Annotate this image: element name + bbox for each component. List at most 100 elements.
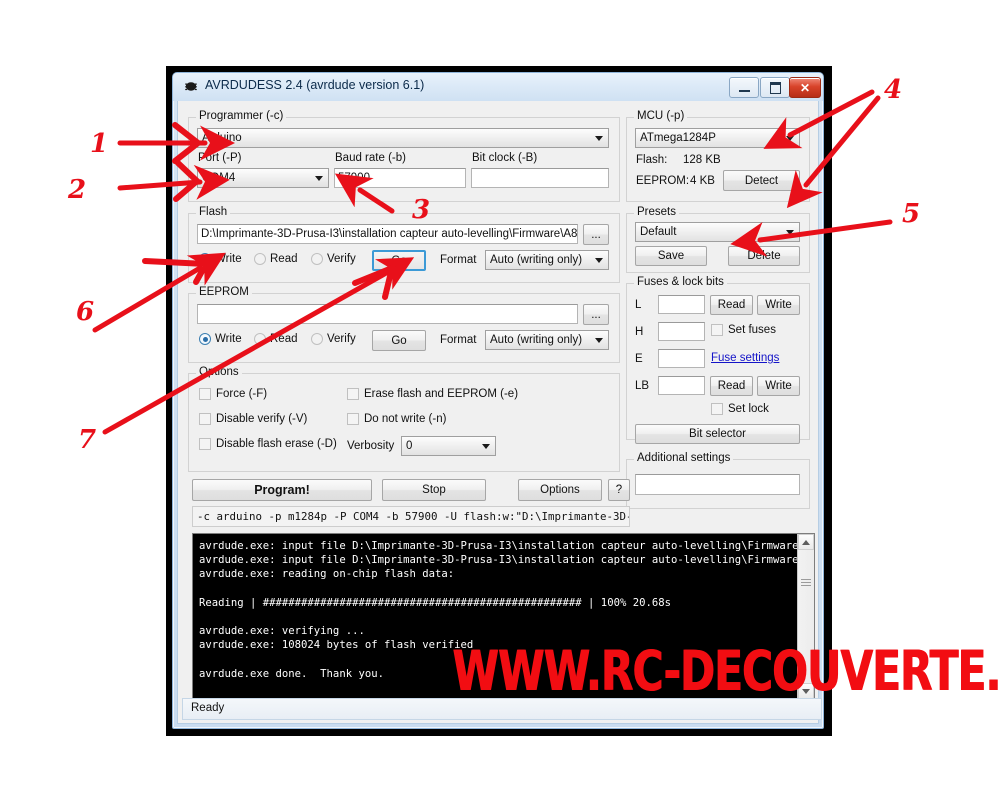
chevron-down-icon bbox=[482, 444, 490, 449]
eeprom-read-radio[interactable]: Read bbox=[254, 333, 298, 345]
fuse-read-button[interactable]: Read bbox=[710, 295, 753, 315]
stop-button[interactable]: Stop bbox=[382, 479, 486, 501]
fuse-h-label: H bbox=[635, 326, 644, 338]
verbosity-value: 0 bbox=[406, 440, 413, 452]
mcu-combo[interactable]: ATmega1284P bbox=[635, 128, 800, 148]
lock-write-label: Write bbox=[765, 380, 792, 392]
programmer-combo[interactable]: Arduino bbox=[197, 128, 609, 148]
eeprom-write-radio[interactable]: Write bbox=[199, 333, 242, 345]
detect-button[interactable]: Detect bbox=[723, 170, 800, 191]
port-value: COM4 bbox=[202, 172, 236, 184]
annotation-number-6: 6 bbox=[76, 297, 94, 327]
help-button[interactable]: ? bbox=[608, 479, 630, 501]
program-button[interactable]: Program! bbox=[192, 479, 372, 501]
eeprom-go-label: Go bbox=[391, 334, 407, 347]
eeprom-format-combo[interactable]: Auto (writing only) bbox=[485, 330, 609, 350]
verbosity-combo[interactable]: 0 bbox=[401, 436, 496, 456]
fuse-e-input[interactable] bbox=[658, 349, 705, 368]
eeprom-verify-label: Verify bbox=[327, 333, 356, 345]
baud-rate-input[interactable]: 57900 bbox=[334, 168, 466, 188]
eeprom-group-title: EEPROM bbox=[196, 286, 252, 298]
screenshot-window-frame: AVRDUDESS 2.4 (avrdude version 6.1) ✕ Pr… bbox=[166, 66, 832, 736]
options-group-title: Options bbox=[196, 366, 242, 378]
erase-flash-eeprom-label: Erase flash and EEPROM (-e) bbox=[364, 388, 519, 400]
flash-verify-radio[interactable]: Verify bbox=[311, 253, 356, 265]
presets-delete-button[interactable]: Delete bbox=[728, 246, 800, 266]
flash-format-combo[interactable]: Auto (writing only) bbox=[485, 250, 609, 270]
help-label: ? bbox=[615, 484, 623, 496]
mcu-value: ATmega1284P bbox=[640, 132, 716, 144]
checkbox-icon bbox=[711, 324, 723, 336]
chevron-down-icon bbox=[595, 338, 603, 343]
options-group: Options Force (-F) Disable verify (-V) D… bbox=[188, 366, 620, 472]
avrdudess-window: AVRDUDESS 2.4 (avrdude version 6.1) ✕ Pr… bbox=[172, 72, 824, 729]
bit-clock-label: Bit clock (-B) bbox=[472, 152, 538, 164]
close-icon: ✕ bbox=[799, 80, 811, 95]
chevron-up-icon bbox=[802, 539, 810, 545]
port-label: Port (-P) bbox=[198, 152, 242, 164]
eeprom-verify-radio[interactable]: Verify bbox=[311, 333, 356, 345]
client-area: Programmer (-c) Arduino Port (-P) Baud r… bbox=[177, 101, 822, 724]
chevron-down-icon bbox=[315, 176, 323, 181]
erase-flash-eeprom-checkbox[interactable]: Erase flash and EEPROM (-e) bbox=[347, 388, 518, 400]
disable-flash-erase-checkbox[interactable]: Disable flash erase (-D) bbox=[199, 438, 337, 450]
presets-combo[interactable]: Default bbox=[635, 222, 800, 242]
set-fuses-checkbox[interactable]: Set fuses bbox=[711, 324, 776, 336]
eeprom-go-button[interactable]: Go bbox=[372, 330, 426, 351]
lock-write-button[interactable]: Write bbox=[757, 376, 800, 396]
flash-write-radio[interactable]: Write bbox=[199, 253, 242, 265]
radio-dot-icon bbox=[311, 253, 323, 265]
additional-settings-group: Additional settings bbox=[626, 452, 810, 509]
do-not-write-checkbox[interactable]: Do not write (-n) bbox=[347, 413, 446, 425]
minimize-button[interactable] bbox=[729, 77, 759, 98]
flash-size-label: Flash: bbox=[636, 154, 668, 166]
presets-group: Presets Default Save Delete bbox=[626, 206, 810, 273]
fuse-h-input[interactable] bbox=[658, 322, 705, 341]
mcu-group-title: MCU (-p) bbox=[634, 110, 688, 122]
force-label: Force (-F) bbox=[216, 388, 268, 400]
chevron-down-icon bbox=[786, 230, 794, 235]
flash-read-radio[interactable]: Read bbox=[254, 253, 298, 265]
resize-grip[interactable] bbox=[799, 577, 813, 587]
flash-go-label: Go bbox=[391, 254, 407, 267]
title-bar[interactable]: AVRDUDESS 2.4 (avrdude version 6.1) ✕ bbox=[173, 73, 823, 101]
maximize-icon bbox=[769, 81, 781, 94]
verbosity-label: Verbosity bbox=[347, 440, 395, 452]
eeprom-size-label: EEPROM: bbox=[636, 175, 690, 187]
set-lock-checkbox[interactable]: Set lock bbox=[711, 403, 769, 415]
additional-settings-title: Additional settings bbox=[634, 452, 734, 464]
programmer-group: Programmer (-c) Arduino Port (-P) Baud r… bbox=[188, 110, 620, 202]
fuse-settings-link[interactable]: Fuse settings bbox=[711, 352, 779, 364]
commandline-input[interactable]: -c arduino -p m1284p -P COM4 -b 57900 -U… bbox=[192, 506, 630, 527]
programmer-value: Arduino bbox=[202, 132, 242, 144]
flash-go-button[interactable]: Go bbox=[372, 250, 426, 271]
presets-save-button[interactable]: Save bbox=[635, 246, 707, 266]
scroll-up-button[interactable] bbox=[798, 534, 814, 550]
presets-delete-label: Delete bbox=[747, 250, 781, 262]
additional-settings-input[interactable] bbox=[635, 474, 800, 495]
fuse-l-label: L bbox=[635, 299, 642, 311]
fuse-write-button[interactable]: Write bbox=[757, 295, 800, 315]
bit-selector-button[interactable]: Bit selector bbox=[635, 424, 800, 444]
close-button[interactable]: ✕ bbox=[789, 77, 821, 98]
port-combo[interactable]: COM4 bbox=[197, 168, 329, 188]
force-checkbox[interactable]: Force (-F) bbox=[199, 388, 267, 400]
bit-selector-label: Bit selector bbox=[689, 428, 746, 440]
program-label: Program! bbox=[254, 483, 310, 497]
minimize-icon bbox=[738, 89, 750, 92]
eeprom-browse-button[interactable]: ... bbox=[583, 304, 609, 325]
flash-browse-button[interactable]: ... bbox=[583, 224, 609, 245]
lock-read-button[interactable]: Read bbox=[710, 376, 753, 396]
fuse-l-input[interactable] bbox=[658, 295, 705, 314]
maximize-button[interactable] bbox=[760, 77, 790, 98]
bit-clock-input[interactable] bbox=[471, 168, 609, 188]
flash-browse-label: ... bbox=[591, 228, 601, 241]
annotation-number-4: 4 bbox=[884, 75, 902, 105]
disable-verify-checkbox[interactable]: Disable verify (-V) bbox=[199, 413, 307, 425]
flash-file-input[interactable]: D:\Imprimante-3D-Prusa-I3\installation c… bbox=[197, 224, 578, 244]
fuse-lb-input[interactable] bbox=[658, 376, 705, 395]
options-button[interactable]: Options bbox=[518, 479, 602, 501]
fuse-read-label: Read bbox=[717, 299, 746, 311]
eeprom-file-input[interactable] bbox=[197, 304, 578, 324]
baud-rate-label: Baud rate (-b) bbox=[335, 152, 406, 164]
